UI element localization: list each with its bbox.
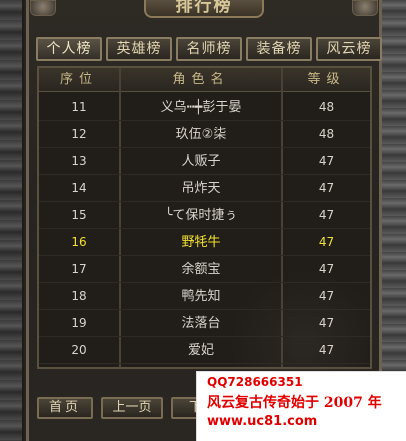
player-name-cell: 余额宝 (181, 262, 221, 277)
tab-personal[interactable]: 个人榜 (36, 37, 102, 61)
table-row[interactable]: 20 爱妃 47 (39, 337, 370, 364)
header-level: 等级 (307, 72, 346, 87)
player-name-cell: 鸭先知 (181, 289, 221, 304)
first-page-button[interactable]: 首页 (37, 397, 93, 419)
player-name-cell: 玖伍②柒 (175, 127, 227, 142)
tab-master[interactable]: 名师榜 (176, 37, 242, 61)
level-cell: 47 (318, 316, 335, 330)
rank-cell: 13 (71, 154, 87, 168)
rank-cell: 12 (71, 127, 87, 141)
promo-qq: QQ728666351 (207, 375, 303, 389)
level-cell: 47 (318, 154, 335, 168)
promo-slogan: 风云复古传奇始于 2007 年 (207, 395, 382, 411)
rank-cell: 19 (71, 316, 87, 330)
frame-corner-ornament (30, 0, 56, 16)
level-cell: 48 (318, 127, 335, 141)
player-name-cell: 义乌┅┿彭于晏 (160, 100, 242, 115)
window-title: 排行榜 (144, 0, 264, 18)
rank-cell: 20 (71, 343, 87, 357)
rank-cell: 17 (71, 262, 87, 276)
table-row[interactable]: 13 人贩子 47 (39, 148, 370, 175)
tab-equipment[interactable]: 装备榜 (246, 37, 312, 61)
table-row[interactable]: 19 法落台 47 (39, 310, 370, 337)
rank-cell: 11 (71, 100, 87, 114)
tab-hero[interactable]: 英雄榜 (106, 37, 172, 61)
player-name-cell: 吊炸天 (181, 181, 221, 196)
header-name: 角色名 (172, 72, 230, 87)
table-row[interactable]: 18 鸭先知 47 (39, 283, 370, 310)
header-rank: 序位 (59, 72, 98, 87)
table-header: 序位 角色名 等级 (39, 68, 370, 92)
level-cell: 48 (318, 100, 335, 114)
promo-overlay: QQ728666351 风云复古传奇始于 2007 年 www.uc81.com (196, 371, 406, 441)
prev-page-button[interactable]: 上一页 (101, 397, 163, 419)
table-row[interactable]: 12 玖伍②柒 48 (39, 121, 370, 148)
frame-corner-ornament (352, 0, 378, 16)
rank-cell: 14 (71, 181, 87, 195)
table-row-self[interactable]: 16 野牦牛 47 (39, 229, 370, 256)
level-cell: 47 (318, 235, 335, 249)
rank-cell: 16 (71, 235, 87, 249)
player-name-cell: 爱妃 (187, 343, 214, 358)
table-row[interactable]: 17 余额宝 47 (39, 256, 370, 283)
promo-site[interactable]: www.uc81.com (207, 414, 317, 429)
level-cell: 47 (318, 262, 335, 276)
table-row[interactable]: 14 吊炸天 47 (39, 175, 370, 202)
level-cell: 47 (318, 343, 335, 357)
level-cell: 47 (318, 289, 335, 303)
table-row[interactable]: 11 义乌┅┿彭于晏 48 (39, 94, 370, 121)
player-name-cell: 人贩子 (181, 154, 221, 169)
ranking-table: 序位 角色名 等级 11 义乌┅┿彭于晏 48 12 玖伍②柒 48 13 人贩… (37, 66, 379, 418)
table-row[interactable]: 15 ╰て保时捷ぅ 47 (39, 202, 370, 229)
ranking-tabs: 个人榜 英雄榜 名师榜 装备榜 风云榜 (36, 37, 386, 61)
rank-cell: 15 (71, 208, 87, 222)
level-cell: 47 (318, 208, 335, 222)
player-name-cell: 野牦牛 (181, 235, 221, 250)
player-name-cell: ╰て保时捷ぅ (164, 208, 238, 223)
tab-fengyun[interactable]: 风云榜 (316, 37, 382, 61)
player-name-cell: 法落台 (181, 316, 221, 331)
rank-cell: 18 (71, 289, 87, 303)
level-cell: 47 (318, 181, 335, 195)
